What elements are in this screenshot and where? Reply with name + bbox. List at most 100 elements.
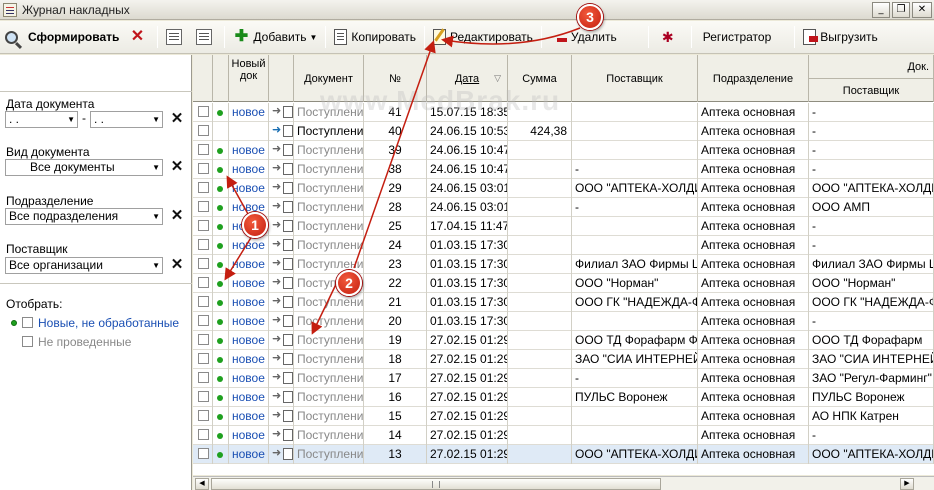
cell-date: 24.06.15 10:53 bbox=[427, 122, 508, 141]
green-dot-icon bbox=[217, 243, 223, 249]
row-checkbox[interactable] bbox=[198, 334, 209, 345]
supplier-select[interactable]: Все организации ▼ bbox=[5, 257, 163, 274]
row-checkbox[interactable] bbox=[198, 144, 209, 155]
row-checkbox[interactable] bbox=[198, 182, 209, 193]
cell-icon bbox=[269, 160, 294, 179]
row-checkbox[interactable] bbox=[198, 353, 209, 364]
registrar-button[interactable]: Регистратор bbox=[695, 24, 792, 50]
cell-department: Аптека основная bbox=[698, 160, 809, 179]
cell-document: Поступление bbox=[294, 122, 364, 141]
col-newdoc-header[interactable]: Новый док bbox=[229, 55, 269, 102]
row-checkbox[interactable] bbox=[198, 163, 209, 174]
row-checkbox[interactable] bbox=[198, 220, 209, 231]
date-from-field[interactable]: . . ▼ bbox=[5, 111, 78, 128]
toolbar-separator bbox=[424, 26, 426, 48]
table-row[interactable]: новое Поступление3824.06.15 10:47 -Аптека … bbox=[193, 160, 934, 179]
row-checkbox[interactable] bbox=[198, 391, 209, 402]
view-list-button[interactable] bbox=[161, 24, 191, 50]
export-icon bbox=[803, 29, 819, 45]
table-row[interactable]: новоеПоступление2517.04.15 11:47Аптека о… bbox=[193, 217, 934, 236]
document-arrow-icon bbox=[272, 198, 293, 215]
clear-date-button[interactable]: ✕ bbox=[168, 110, 186, 128]
cell-doc-supplier: ООО ТД Форафарм bbox=[809, 331, 934, 350]
row-checkbox[interactable] bbox=[198, 296, 209, 307]
edit-button[interactable]: Редактировать bbox=[428, 24, 538, 50]
form-button[interactable]: Сформировать bbox=[0, 24, 124, 50]
table-row[interactable]: новое Поступление1827.02.15 01:29 ЗАО "СИА… bbox=[193, 350, 934, 369]
table-row[interactable]: новое Поступление2001.03.15 17:30 Аптека о… bbox=[193, 312, 934, 331]
table-row[interactable]: новое Поступление1427.02.15 01:29 Аптека о… bbox=[193, 426, 934, 445]
table-row[interactable]: новое Поступление1527.02.15 01:29 Аптека о… bbox=[193, 407, 934, 426]
col-check-header[interactable] bbox=[193, 55, 213, 102]
unposted-label: Не проведенные bbox=[38, 335, 132, 349]
table-row[interactable]: новоеПоступление4115.07.15 18:35Аптека о… bbox=[193, 103, 934, 122]
table-row[interactable]: новое Поступление1627.02.15 01:29 ПУЛЬС Во… bbox=[193, 388, 934, 407]
table-row[interactable]: новое Поступление2924.06.15 03:01 ООО "АПТ… bbox=[193, 179, 934, 198]
toolbar-separator bbox=[647, 26, 649, 48]
table-row[interactable]: новое Поступление1327.02.15 01:29 ООО "АПТ… bbox=[193, 445, 934, 464]
row-checkbox[interactable] bbox=[198, 410, 209, 421]
table-row[interactable]: новое Поступление1727.02.15 01:29 -Аптека … bbox=[193, 369, 934, 388]
row-checkbox[interactable] bbox=[198, 315, 209, 326]
view-grid-button[interactable] bbox=[191, 24, 221, 50]
supplier-filter-label: Поставщик bbox=[6, 242, 68, 256]
table-row[interactable]: новое Поступление1927.02.15 01:29 ООО ТД Ф… bbox=[193, 331, 934, 350]
cell-status: новое bbox=[229, 141, 269, 160]
document-arrow-icon bbox=[272, 274, 293, 291]
table-row[interactable]: новое Поступление2401.03.15 17:30 Аптека о… bbox=[193, 236, 934, 255]
table-row[interactable]: новоеПоступление2824.06.15 03:01-Аптека … bbox=[193, 198, 934, 217]
row-checkbox[interactable] bbox=[198, 201, 209, 212]
green-dot-icon bbox=[217, 262, 223, 268]
doctype-select[interactable]: Все документы ▼ bbox=[5, 159, 163, 176]
row-checkbox[interactable] bbox=[198, 372, 209, 383]
copy-icon bbox=[334, 29, 348, 45]
maximize-button[interactable]: ❐ bbox=[892, 2, 910, 18]
green-dot-icon bbox=[217, 110, 223, 116]
horizontal-scrollbar[interactable]: ◀ ▶ bbox=[193, 476, 934, 490]
table-row[interactable]: новоеПоступление2201.03.15 17:30ООО "Нор… bbox=[193, 274, 934, 293]
table-row[interactable]: новое Поступление2101.03.15 17:30 ООО ГК "… bbox=[193, 293, 934, 312]
row-checkbox[interactable] bbox=[198, 125, 209, 136]
table-row[interactable]: Поступление4024.06.15 10:53424,38 Аптека … bbox=[193, 122, 934, 141]
delete-button-label: Удалить bbox=[570, 30, 617, 44]
row-checkbox[interactable] bbox=[198, 106, 209, 117]
row-checkbox[interactable] bbox=[198, 277, 209, 288]
col-dot-header[interactable] bbox=[213, 55, 229, 102]
table-row[interactable]: новое Поступление3924.06.15 10:47 Аптека о… bbox=[193, 141, 934, 160]
dept-select[interactable]: Все подразделения ▼ bbox=[5, 208, 163, 225]
col-supplier-header[interactable]: Поставщик bbox=[572, 55, 698, 102]
row-checkbox[interactable] bbox=[198, 258, 209, 269]
close-button[interactable]: ✕ bbox=[912, 2, 932, 18]
unposted-checkbox[interactable] bbox=[22, 336, 33, 347]
clear-button[interactable]: ✕ bbox=[124, 24, 154, 50]
col-docgroup-header[interactable]: Док. bbox=[809, 55, 934, 79]
col-icon-header[interactable] bbox=[269, 55, 294, 102]
green-dot-icon bbox=[217, 167, 223, 173]
row-checkbox[interactable] bbox=[198, 239, 209, 250]
edit-icon bbox=[433, 29, 447, 45]
scroll-thumb[interactable] bbox=[211, 478, 661, 490]
cell-sum bbox=[508, 350, 572, 369]
scroll-left-arrow[interactable]: ◀ bbox=[195, 478, 209, 490]
cell-dot bbox=[213, 160, 229, 179]
cell-number: 17 bbox=[364, 369, 427, 388]
registrar-button-label: Регистратор bbox=[702, 30, 772, 44]
clear-doctype-button[interactable]: ✕ bbox=[168, 158, 186, 176]
date-to-field[interactable]: . . ▼ bbox=[90, 111, 163, 128]
scroll-right-arrow[interactable]: ▶ bbox=[900, 478, 914, 490]
row-checkbox[interactable] bbox=[198, 429, 209, 440]
table-row[interactable]: новоеПоступление2301.03.15 17:30Филиал З… bbox=[193, 255, 934, 274]
clear-dept-button[interactable]: ✕ bbox=[168, 207, 186, 225]
minimize-button[interactable]: _ bbox=[872, 2, 890, 18]
col-department-header[interactable]: Подразделение bbox=[698, 55, 809, 102]
export-button[interactable]: Выгрузить bbox=[798, 24, 883, 50]
col-docsupplier-header[interactable]: Поставщик bbox=[809, 79, 934, 102]
add-button[interactable]: ✚ Добавить ▼ bbox=[228, 24, 322, 50]
cell-doc-supplier: ООО "АПТЕКА-ХОЛДИНГ" bbox=[809, 179, 934, 198]
new-unprocessed-checkbox[interactable] bbox=[22, 317, 33, 328]
toolbar-separator bbox=[540, 26, 542, 48]
row-checkbox[interactable] bbox=[198, 448, 209, 459]
copy-button[interactable]: Копировать bbox=[329, 24, 421, 50]
clear-supplier-button[interactable]: ✕ bbox=[168, 256, 186, 274]
mark-button[interactable]: ✱ bbox=[652, 24, 688, 50]
